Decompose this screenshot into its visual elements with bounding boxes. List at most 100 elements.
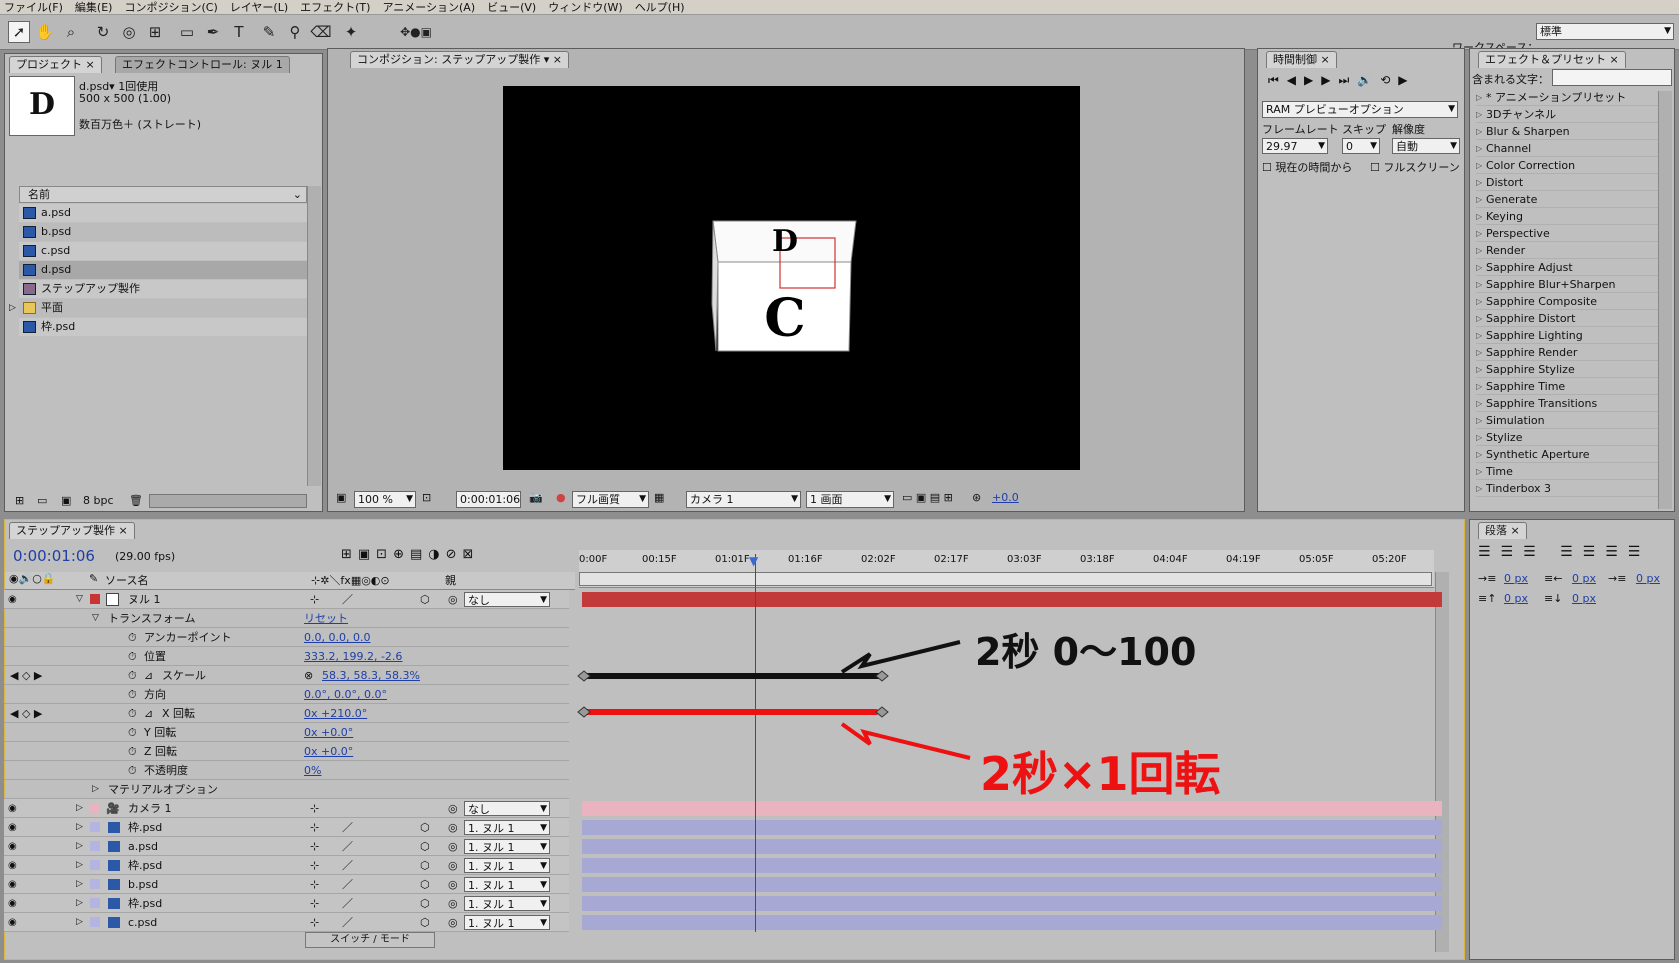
stopwatch-icon[interactable]: ⏱ — [128, 761, 137, 780]
effect-category[interactable]: Sapphire Distort — [1476, 310, 1658, 327]
space-before-value[interactable]: 0 px — [1504, 592, 1528, 605]
parent-dropdown[interactable]: なし ▼ — [464, 801, 550, 816]
menu-window[interactable]: ウィンドウ(W) — [548, 0, 622, 15]
exposure-icon[interactable]: ⊛ — [972, 491, 981, 504]
list-item[interactable]: ステップアップ製作 — [19, 280, 307, 298]
property-value[interactable]: 58.3, 58.3, 58.3% — [322, 666, 420, 685]
effect-category[interactable]: Generate — [1476, 191, 1658, 208]
property-row[interactable]: ⏱ 方向 0.0°, 0.0°, 0.0° — [4, 685, 569, 704]
effects-scrollbar[interactable] — [1658, 91, 1672, 509]
property-value[interactable]: 0x +210.0° — [304, 704, 367, 723]
bpc-label[interactable]: 8 bpc — [83, 494, 114, 507]
new-folder-icon[interactable]: ▭ — [37, 494, 47, 507]
property-row[interactable]: ⏱ 不透明度 0% — [4, 761, 569, 780]
stopwatch-icon[interactable]: ⏱ — [128, 685, 137, 704]
layer-bar[interactable] — [582, 858, 1442, 873]
effect-category[interactable]: Sapphire Render — [1476, 344, 1658, 361]
effect-category[interactable]: Color Correction — [1476, 157, 1658, 174]
selection-tool-icon[interactable]: ➚ — [8, 21, 30, 43]
3d-layer-icon[interactable]: ⬡ — [420, 856, 430, 875]
grid-icon[interactable]: ▣ — [336, 491, 346, 504]
effect-category[interactable]: Tinderbox 3 — [1476, 480, 1658, 497]
transparency-grid-icon[interactable]: ▦ — [654, 491, 664, 504]
framerate-dropdown[interactable]: 29.97 ▼ — [1262, 138, 1328, 154]
zoom-tool-icon[interactable]: ⌕ — [60, 21, 82, 43]
eye-icon[interactable]: ◉ — [8, 913, 17, 932]
comp-viewer[interactable]: D C — [503, 86, 1080, 470]
axis-mode-icon[interactable]: ✥●▣ — [400, 21, 432, 43]
parent-dropdown[interactable]: 1. ヌル 1 ▼ — [464, 877, 550, 892]
pen-tool-icon[interactable]: ✒ — [202, 21, 224, 43]
space-after-value[interactable]: 0 px — [1572, 592, 1596, 605]
ram-preview-dropdown[interactable]: RAM プレビューオプション ▼ — [1262, 101, 1458, 118]
rotate-tool-icon[interactable]: ↻ — [92, 21, 114, 43]
playback-buttons[interactable]: ⏮◀▶▶⏭🔊⟲▶ — [1268, 73, 1416, 88]
pickwhip-icon[interactable]: ◎ — [448, 590, 458, 609]
layer-bar[interactable] — [582, 896, 1442, 911]
eye-icon[interactable]: ◉ — [8, 856, 17, 875]
effect-category[interactable]: Sapphire Composite — [1476, 293, 1658, 310]
property-value[interactable]: 333.2, 199.2, -2.6 — [304, 647, 402, 666]
eye-icon[interactable]: ◉ — [8, 590, 17, 609]
table-row[interactable]: ◉ ▷ a.psd ⊹ ／ ⬡ ◎ 1. ヌル 1 ▼ — [4, 837, 569, 856]
3d-layer-icon[interactable]: ⬡ — [420, 913, 430, 932]
rectangle-tool-icon[interactable]: ▭ — [176, 21, 198, 43]
menu-edit[interactable]: 編集(E) — [75, 0, 113, 15]
effect-category[interactable]: Synthetic Aperture — [1476, 446, 1658, 463]
stopwatch-icon[interactable]: ⏱ — [128, 704, 137, 723]
list-item[interactable]: d.psd — [19, 261, 307, 279]
effect-category[interactable]: Render — [1476, 242, 1658, 259]
tab-time-controls[interactable]: 時間制御 × — [1266, 51, 1337, 68]
parent-header[interactable]: 親 — [445, 572, 456, 588]
eye-icon[interactable]: ◉ — [8, 818, 17, 837]
color-channel-icon[interactable]: ● — [556, 491, 566, 504]
list-item[interactable]: a.psd — [19, 204, 307, 222]
resolution-dropdown[interactable]: フル画質 ▼ — [572, 491, 649, 508]
hand-tool-icon[interactable]: ✋ — [34, 21, 56, 43]
effect-category[interactable]: * アニメーションプリセット — [1476, 89, 1658, 106]
expand-triangle[interactable]: ▽ — [76, 590, 83, 609]
table-row[interactable]: ◉ ▷ 🎥 カメラ 1 ⊹ ◎ なし ▼ — [4, 799, 569, 818]
effect-category[interactable]: Perspective — [1476, 225, 1658, 242]
clone-stamp-icon[interactable]: ⚲ — [284, 21, 306, 43]
view-layout-dropdown[interactable]: 1 画面 ▼ — [806, 491, 894, 508]
orbit-camera-icon[interactable]: ◎ — [118, 21, 140, 43]
table-row[interactable]: ◉ ▷ 枠.psd ⊹ ／ ⬡ ◎ 1. ヌル 1 ▼ — [4, 894, 569, 913]
eraser-tool-icon[interactable]: ⌫ — [310, 21, 332, 43]
indent-right-value[interactable]: 0 px — [1572, 572, 1596, 585]
stopwatch-icon[interactable]: ⏱ — [128, 666, 137, 685]
3d-layer-icon[interactable]: ⬡ — [420, 837, 430, 856]
stopwatch-icon[interactable]: ⏱ — [128, 647, 137, 666]
effect-category[interactable]: Simulation — [1476, 412, 1658, 429]
pan-behind-icon[interactable]: ⊞ — [144, 21, 166, 43]
property-row[interactable]: ◀ ◇ ▶ ⏱ ⊿ X 回転 0x +210.0° — [4, 704, 569, 723]
parent-dropdown[interactable]: 1. ヌル 1 ▼ — [464, 820, 550, 835]
tab-paragraph[interactable]: 段落 × — [1478, 522, 1527, 539]
skip-dropdown[interactable]: 0 ▼ — [1342, 138, 1380, 154]
tab-composition[interactable]: コンポジション: ステップアップ製作 ▾ × — [350, 51, 569, 68]
eye-icon[interactable]: ◉ — [8, 894, 17, 913]
interpret-footage-icon[interactable]: ⊞ — [15, 494, 24, 507]
current-time-field[interactable]: 0:00:01:06 — [456, 491, 521, 508]
brush-tool-icon[interactable]: ✎ — [258, 21, 280, 43]
parent-dropdown[interactable]: 1. ヌル 1 ▼ — [464, 858, 550, 873]
layer-bar[interactable] — [582, 915, 1442, 930]
property-value[interactable]: 0.0°, 0.0°, 0.0° — [304, 685, 387, 704]
align-buttons[interactable]: ☰☰☰ ☰☰☰☰ — [1478, 544, 1650, 560]
3d-layer-icon[interactable]: ⬡ — [420, 818, 430, 837]
table-row[interactable]: ◉ ▷ b.psd ⊹ ／ ⬡ ◎ 1. ヌル 1 ▼ — [4, 875, 569, 894]
transform-group[interactable]: ▽ トランスフォーム リセット — [4, 609, 569, 628]
trash-icon[interactable]: 🗑 — [129, 494, 143, 507]
exposure-value[interactable]: +0.0 — [992, 491, 1019, 504]
3d-layer-icon[interactable]: ⬡ — [420, 894, 430, 913]
eye-icon[interactable]: ◉ — [8, 837, 17, 856]
search-input[interactable] — [1552, 69, 1672, 86]
property-value[interactable]: 0x +0.0° — [304, 723, 353, 742]
effect-category[interactable]: Sapphire Time — [1476, 378, 1658, 395]
stopwatch-icon[interactable]: ⏱ — [128, 723, 137, 742]
shy-switch-icon[interactable]: ⊹ — [310, 590, 319, 609]
fullscreen-checkbox[interactable]: ☐ フルスクリーン — [1370, 159, 1460, 175]
shy-switch-icon[interactable]: ⊹ — [310, 799, 319, 818]
keyframe-nav-icon[interactable]: ◀ ◇ ▶ — [10, 666, 42, 685]
view-options-icons[interactable]: ▭ ▣ ▤ ⊞ — [902, 491, 953, 504]
